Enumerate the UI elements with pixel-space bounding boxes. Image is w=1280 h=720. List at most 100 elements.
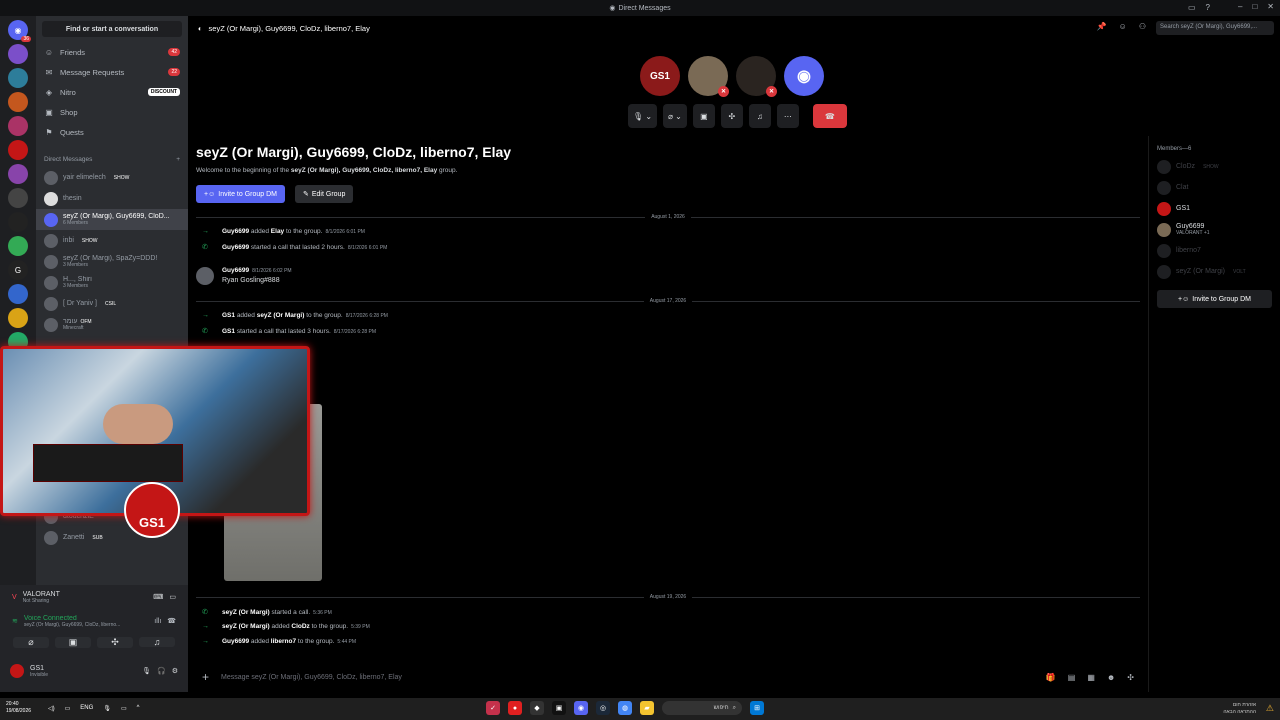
soundboard-button[interactable]: ♫: [139, 637, 175, 647]
notification-text[interactable]: אזהרת חום ההתראה הבאה: [1223, 702, 1256, 716]
inbox-icon[interactable]: ▭: [1188, 3, 1196, 12]
camera-button[interactable]: ⌀ ⌄: [663, 104, 687, 128]
activities-button[interactable]: ✣: [97, 636, 133, 648]
participant-avatar[interactable]: ✕: [736, 56, 777, 97]
microphone-button[interactable]: 🎙 ⌄: [628, 104, 658, 128]
dm-item-active-group[interactable]: seyZ (Or Margi), Guy6699, CloD... 6 Memb…: [36, 209, 188, 230]
participant-avatar[interactable]: GS1: [640, 56, 680, 96]
server-icon[interactable]: [8, 236, 28, 256]
headset-icon[interactable]: 🎧: [157, 667, 166, 675]
screen-share-button[interactable]: ▣: [692, 104, 715, 128]
gift-icon[interactable]: 🎁: [1046, 673, 1056, 682]
chevron-up-icon[interactable]: ^: [137, 705, 140, 712]
server-icon[interactable]: [8, 308, 28, 328]
folder-icon[interactable]: ▰: [640, 701, 654, 715]
display-icon[interactable]: ▭: [121, 705, 127, 712]
soundboard-button[interactable]: ♫: [748, 104, 771, 128]
system-message: ✆ Guy6699 started a call that lasted 2 h…: [202, 243, 388, 252]
invite-to-group-button[interactable]: +☺ Invite to Group DM: [196, 185, 285, 203]
gif-icon[interactable]: ▤: [1068, 673, 1076, 682]
nav-quests[interactable]: ⚑ Quests: [36, 122, 188, 142]
add-attachment-button[interactable]: +: [202, 670, 209, 684]
activities-button[interactable]: ✣: [720, 104, 743, 128]
mic-icon[interactable]: 🎙: [142, 667, 151, 675]
add-dm-button[interactable]: +: [176, 156, 180, 163]
terminal-icon[interactable]: ▣: [552, 701, 566, 715]
avatar[interactable]: [10, 664, 24, 678]
maximize-button[interactable]: □: [1252, 2, 1257, 11]
search-input[interactable]: Search seyZ (Or Margi), Guy6699,...: [1156, 21, 1274, 35]
add-friends-icon[interactable]: ☺: [1119, 22, 1127, 31]
header-tools: 📌 ☺ ⚇: [1097, 22, 1146, 31]
taskbar-search[interactable]: חיפוש ⌕: [662, 701, 742, 715]
find-conversation-button[interactable]: Find or start a conversation: [42, 21, 182, 37]
server-icon[interactable]: [8, 68, 28, 88]
steam-icon[interactable]: ◎: [596, 701, 610, 715]
sticker-icon[interactable]: ▦: [1087, 673, 1095, 682]
clock[interactable]: 20:40 19/08/2026: [6, 701, 31, 715]
participant-avatar[interactable]: ◉: [784, 56, 824, 96]
camera-off-button[interactable]: ⌀: [13, 636, 49, 648]
dm-item[interactable]: inbi SHOW: [36, 230, 188, 251]
network-icon[interactable]: ▭: [65, 705, 71, 712]
member-item[interactable]: seyZ (Or Margi) VOLT: [1149, 261, 1280, 282]
server-icon[interactable]: [8, 188, 28, 208]
nav-nitro[interactable]: ◈ Nitro DISCOUNT: [36, 82, 188, 102]
server-icon[interactable]: [8, 284, 28, 304]
member-invite-button[interactable]: +☺ Invite to Group DM: [1157, 290, 1272, 308]
server-icon[interactable]: [8, 164, 28, 184]
dm-item[interactable]: seyZ (Or Margi), SpaZy=DDD! 3 Members: [36, 251, 188, 272]
chrome-icon[interactable]: ◍: [618, 701, 632, 715]
nav-friends[interactable]: ☺ Friends 42: [36, 42, 188, 62]
noise-suppression-icon[interactable]: ıllı: [154, 618, 161, 625]
member-item[interactable]: Clat: [1149, 177, 1280, 198]
members-icon[interactable]: ⚇: [1139, 22, 1146, 31]
server-icon[interactable]: [8, 212, 28, 232]
member-item[interactable]: Guy6699 VALORANT +1: [1149, 219, 1280, 240]
server-icon[interactable]: [8, 44, 28, 64]
participant-avatar[interactable]: ✕: [688, 56, 729, 97]
member-item[interactable]: liberno7: [1149, 240, 1280, 261]
message-composer[interactable]: + Message seyZ (Or Margi), Guy6699, CloD…: [196, 666, 1140, 688]
discord-icon[interactable]: ◉: [574, 701, 588, 715]
nav-shop[interactable]: ▣ Shop: [36, 102, 188, 122]
help-icon[interactable]: ?: [1206, 3, 1210, 12]
volume-icon[interactable]: ◁): [48, 705, 55, 712]
app-icon[interactable]: ◆: [530, 701, 544, 715]
dm-item[interactable]: H..., Shiri 3 Members: [36, 272, 188, 293]
start-icon[interactable]: ⊞: [750, 701, 764, 715]
language-indicator[interactable]: ENG: [80, 705, 93, 712]
warning-icon[interactable]: ⚠: [1266, 703, 1274, 714]
avatar[interactable]: [196, 267, 214, 285]
gamepad-icon[interactable]: ⌨: [153, 593, 163, 601]
member-item[interactable]: GS1: [1149, 198, 1280, 219]
dm-item[interactable]: עומר OFM Minecraft: [36, 314, 188, 335]
dm-item[interactable]: yair elimelech SHOW: [36, 167, 188, 188]
discord-icon: ◉: [609, 5, 616, 12]
server-icon[interactable]: [8, 92, 28, 112]
disconnect-icon[interactable]: ☎: [167, 617, 176, 625]
server-icon[interactable]: [8, 116, 28, 136]
dm-item[interactable]: [ Dr Yaniv ] CSIL: [36, 293, 188, 314]
minimize-button[interactable]: –: [1238, 2, 1242, 11]
message-input[interactable]: Message seyZ (Or Margi), Guy6699, CloDz,…: [221, 674, 402, 681]
pin-icon[interactable]: 📌: [1097, 22, 1107, 31]
edit-group-button[interactable]: ✎ Edit Group: [295, 185, 354, 203]
close-button[interactable]: ✕: [1267, 2, 1274, 11]
more-button[interactable]: ⋯: [776, 104, 799, 128]
screen-share-icon[interactable]: ▭: [169, 593, 176, 601]
server-icon[interactable]: G: [8, 260, 28, 280]
nav-message-requests[interactable]: ✉ Message Requests 22: [36, 62, 188, 82]
mic-icon[interactable]: 🎙: [103, 705, 111, 712]
app-icon[interactable]: ✓: [486, 701, 500, 715]
dm-item[interactable]: thesin: [36, 188, 188, 209]
app-icon[interactable]: ●: [508, 701, 522, 715]
member-item[interactable]: CloDz SHOW: [1149, 156, 1280, 177]
server-icon[interactable]: [8, 140, 28, 160]
emoji-icon[interactable]: ☻: [1107, 673, 1115, 682]
screen-share-button[interactable]: ▣: [55, 636, 91, 648]
apps-icon[interactable]: ✣: [1127, 673, 1134, 682]
end-call-button[interactable]: ☎: [812, 104, 847, 128]
gear-icon[interactable]: ⚙: [172, 667, 178, 675]
home-server-icon[interactable]: ◉ 36: [8, 20, 31, 42]
